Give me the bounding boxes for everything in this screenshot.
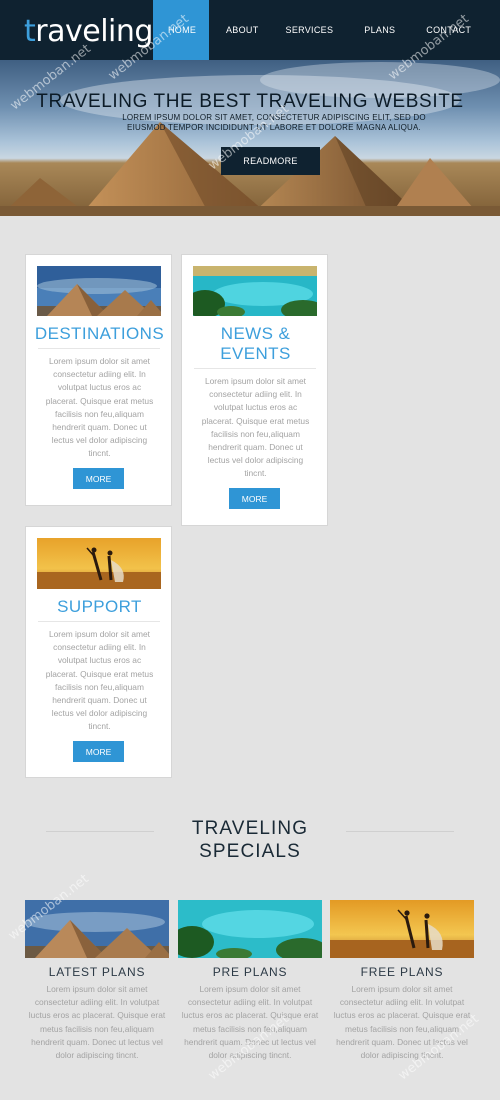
site-header: traveling HOME ABOUT SERVICES PLANS CONT…	[0, 0, 500, 60]
divider	[46, 831, 154, 832]
nav-services[interactable]: SERVICES	[259, 0, 334, 60]
pyramids-image	[37, 266, 161, 316]
divider	[38, 621, 160, 622]
plan-title: LATEST PLANS	[48, 965, 146, 979]
more-button[interactable]: MORE	[229, 488, 280, 509]
feature-card-destinations: DESTINATIONS Lorem ipsum dolor sit amet …	[25, 254, 172, 506]
plan-text: Lorem ipsum dolor sit amet consectetur a…	[28, 984, 166, 1061]
nav-home[interactable]: HOME	[153, 0, 209, 60]
divider	[38, 348, 160, 349]
main-nav: HOME ABOUT SERVICES PLANS CONTACT	[153, 0, 471, 60]
plan-text: Lorem ipsum dolor sit amet consectetur a…	[181, 984, 319, 1061]
latest-plans-image	[25, 900, 169, 958]
card-text: Lorem ipsum dolor sit amet consectetur a…	[45, 629, 154, 732]
card-text: Lorem ipsum dolor sit amet consectetur a…	[201, 376, 310, 479]
plan-text: Lorem ipsum dolor sit amet consectetur a…	[333, 984, 471, 1061]
nav-about[interactable]: ABOUT	[209, 0, 259, 60]
hero-text: LOREM IPSUM DOLOR SIT AMET, CONSECTETUR …	[122, 113, 426, 132]
divider	[346, 831, 454, 832]
pyramids-banner-image	[0, 62, 500, 216]
card-title: DESTINATIONS	[34, 324, 165, 343]
card-title: SUPPORT	[57, 597, 142, 616]
pre-plans-image	[178, 900, 322, 958]
feature-card-news-events: NEWS & EVENTS Lorem ipsum dolor sit amet…	[181, 254, 328, 526]
feature-card-support: SUPPORT Lorem ipsum dolor sit amet conse…	[25, 526, 172, 778]
specials-title: TRAVELING SPECIALS	[191, 818, 309, 862]
card-text: Lorem ipsum dolor sit amet consectetur a…	[45, 356, 154, 459]
divider	[194, 368, 316, 369]
site-logo[interactable]: traveling	[24, 14, 153, 49]
readmore-button[interactable]: READMORE	[221, 147, 320, 175]
card-title: NEWS & EVENTS	[220, 324, 291, 363]
nav-plans[interactable]: PLANS	[333, 0, 395, 60]
hero-title: TRAVELING THE BEST TRAVELING WEBSITE	[36, 91, 464, 112]
plan-title: PRE PLANS	[212, 965, 288, 979]
more-button[interactable]: MORE	[73, 468, 124, 489]
free-plans-image	[330, 900, 474, 958]
plan-title: FREE PLANS	[360, 965, 444, 979]
more-button[interactable]: MORE	[73, 741, 124, 762]
nav-contact[interactable]: CONTACT	[395, 0, 471, 60]
sunset-couple-image	[37, 538, 161, 589]
lagoon-image	[193, 266, 317, 316]
hero-banner: TRAVELING THE BEST TRAVELING WEBSITE LOR…	[0, 60, 500, 216]
